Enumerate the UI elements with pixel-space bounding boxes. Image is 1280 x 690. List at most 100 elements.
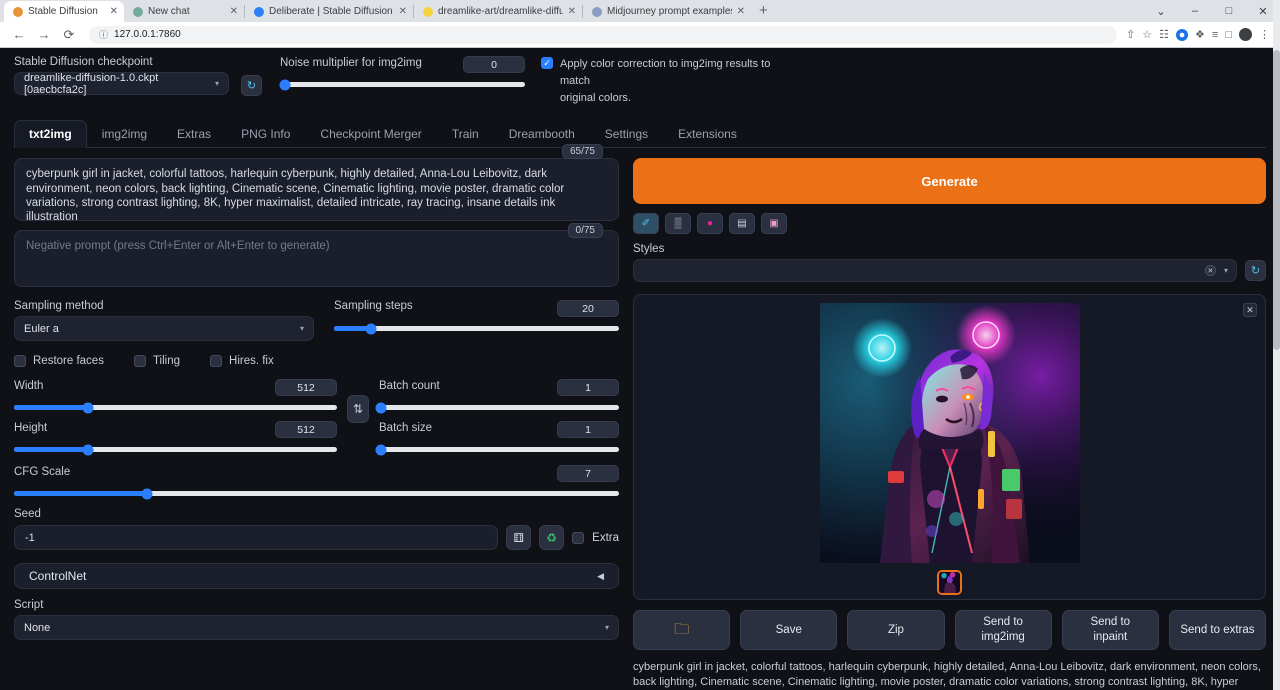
- trash-icon[interactable]: ▒: [665, 213, 691, 234]
- gallery-thumbnail-0[interactable]: [937, 570, 962, 595]
- restore-faces-toggle[interactable]: Restore faces: [14, 354, 104, 367]
- prompt-input[interactable]: cyberpunk girl in jacket, colorful tatto…: [14, 158, 619, 221]
- chevron-down-icon: ▾: [300, 324, 304, 333]
- restore-faces-checkbox[interactable]: [14, 355, 26, 367]
- send-to-img2img-button[interactable]: Send to img2img: [955, 610, 1052, 650]
- script-value: None: [24, 622, 50, 634]
- tab-settings[interactable]: Settings: [590, 120, 663, 147]
- sampling-method-select[interactable]: Euler a ▾: [14, 316, 314, 341]
- tab-train[interactable]: Train: [437, 120, 494, 147]
- cfg-scale-slider[interactable]: [14, 491, 619, 496]
- tab-extras[interactable]: Extras: [162, 120, 226, 147]
- close-icon[interactable]: ✕: [737, 6, 745, 17]
- seed-input[interactable]: -1: [14, 525, 498, 550]
- send-to-inpaint-button[interactable]: Send to inpaint: [1062, 610, 1159, 650]
- save-button[interactable]: Save: [740, 610, 837, 650]
- batch-count-slider[interactable]: [379, 405, 619, 410]
- profile-icon[interactable]: [1239, 28, 1252, 41]
- tab-png-info[interactable]: PNG Info: [226, 120, 305, 147]
- close-icon[interactable]: ✕: [230, 6, 238, 17]
- send-to-extras-button[interactable]: Send to extras: [1169, 610, 1266, 650]
- script-select[interactable]: None ▾: [14, 615, 619, 640]
- clear-styles-icon[interactable]: ✕: [1205, 265, 1216, 276]
- height-slider[interactable]: [14, 447, 337, 452]
- close-icon[interactable]: ✕: [110, 6, 118, 17]
- sampling-steps-slider[interactable]: [334, 326, 619, 331]
- chevron-down-icon[interactable]: ⌄: [1144, 5, 1178, 18]
- sidepanel-icon[interactable]: □: [1225, 29, 1232, 41]
- maximize-icon[interactable]: □: [1212, 5, 1246, 17]
- negative-prompt-input[interactable]: Negative prompt (press Ctrl+Enter or Alt…: [14, 230, 619, 287]
- scrollbar-thumb[interactable]: [1273, 50, 1280, 350]
- chevron-down-icon: ▾: [215, 79, 219, 88]
- favicon-icon: [423, 7, 433, 17]
- tab-dreambooth[interactable]: Dreambooth: [494, 120, 590, 147]
- reuse-seed-recycle-icon[interactable]: ♻: [539, 525, 564, 550]
- tiling-checkbox[interactable]: [134, 355, 146, 367]
- controlnet-accordion[interactable]: ControlNet ◀: [14, 563, 619, 589]
- width-value[interactable]: 512: [275, 379, 337, 396]
- generated-image[interactable]: [820, 303, 1080, 563]
- batch-size-slider[interactable]: [379, 447, 619, 452]
- close-icon[interactable]: ✕: [1243, 303, 1257, 317]
- checkpoint-select[interactable]: dreamlike-diffusion-1.0.ckpt [0aecbcfa2c…: [14, 72, 229, 95]
- hires-fix-checkbox[interactable]: [210, 355, 222, 367]
- swap-dimensions-button[interactable]: ⇅: [347, 395, 369, 423]
- new-tab-button[interactable]: +: [751, 2, 776, 20]
- tab-txt2img[interactable]: txt2img: [14, 120, 87, 148]
- generate-button[interactable]: Generate: [633, 158, 1266, 204]
- extension-blue-icon[interactable]: [1176, 29, 1188, 41]
- magenta-dot-icon[interactable]: ●: [697, 213, 723, 234]
- reading-list-icon[interactable]: ≡: [1212, 29, 1218, 41]
- width-slider[interactable]: [14, 405, 337, 410]
- forward-icon[interactable]: →: [33, 27, 55, 42]
- color-correction-group[interactable]: ✓ Apply color correction to img2img resu…: [541, 56, 771, 107]
- minimize-icon[interactable]: –: [1178, 5, 1212, 17]
- save-style-icon[interactable]: ▣: [761, 213, 787, 234]
- extension-puzzle-icon[interactable]: ❖: [1195, 28, 1205, 41]
- clipboard-icon[interactable]: ▤: [729, 213, 755, 234]
- sampling-steps-value[interactable]: 20: [557, 300, 619, 317]
- calendar-icon[interactable]: ☷: [1159, 28, 1169, 41]
- browser-tab-label: New chat: [148, 6, 225, 17]
- menu-icon[interactable]: ⋮: [1259, 28, 1270, 41]
- back-icon[interactable]: ←: [8, 27, 30, 42]
- color-correction-checkbox[interactable]: ✓: [541, 57, 553, 69]
- hires-fix-toggle[interactable]: Hires. fix: [210, 354, 274, 367]
- toggle-row: Restore faces Tiling Hires. fix: [14, 354, 619, 367]
- browser-tab-4[interactable]: Midjourney prompt examples : L ✕: [583, 1, 751, 22]
- browser-tab-0[interactable]: Stable Diffusion ✕: [4, 1, 124, 22]
- reload-icon[interactable]: ⟳: [58, 27, 80, 43]
- tab-checkpoint-merger[interactable]: Checkpoint Merger: [305, 120, 436, 147]
- extra-seed-checkbox[interactable]: [572, 532, 584, 544]
- batch-count-value[interactable]: 1: [557, 379, 619, 396]
- cfg-scale-value[interactable]: 7: [557, 465, 619, 482]
- close-icon[interactable]: ✕: [568, 6, 576, 17]
- tab-img2img[interactable]: img2img: [87, 120, 162, 147]
- close-icon[interactable]: ✕: [399, 6, 407, 17]
- zip-button[interactable]: Zip: [847, 610, 944, 650]
- batch-size-value[interactable]: 1: [557, 421, 619, 438]
- refresh-checkpoint-button[interactable]: ↻: [241, 75, 262, 96]
- page-scrollbar[interactable]: [1273, 0, 1280, 690]
- browser-tab-2[interactable]: Deliberate | Stable Diffusion Che ✕: [245, 1, 413, 22]
- tiling-toggle[interactable]: Tiling: [134, 354, 180, 367]
- random-seed-dice-icon[interactable]: ⚅: [506, 525, 531, 550]
- batch-group: Batch count 1 Batch size 1: [379, 379, 619, 452]
- refresh-styles-button[interactable]: ↻: [1245, 260, 1266, 281]
- tab-extensions[interactable]: Extensions: [663, 120, 752, 147]
- paintbrush-icon[interactable]: ✐: [633, 213, 659, 234]
- checkpoint-group: Stable Diffusion checkpoint dreamlike-di…: [14, 56, 229, 95]
- height-value[interactable]: 512: [275, 421, 337, 438]
- address-bar[interactable]: ⓘ 127.0.0.1:7860: [89, 26, 1117, 44]
- browser-tab-3[interactable]: dreamlike-art/dreamlike-diffusio ✕: [414, 1, 582, 22]
- browser-tab-1[interactable]: New chat ✕: [124, 1, 244, 22]
- styles-select[interactable]: ✕ ▾: [633, 259, 1237, 282]
- script-label: Script: [14, 599, 619, 611]
- open-folder-button[interactable]: 🗀: [633, 610, 730, 650]
- star-icon[interactable]: ☆: [1142, 28, 1152, 41]
- share-icon[interactable]: ⇧: [1126, 28, 1135, 41]
- noise-multiplier-value[interactable]: 0: [463, 56, 525, 73]
- noise-multiplier-slider[interactable]: [280, 82, 525, 87]
- batch-size-group: Batch size 1: [379, 421, 619, 438]
